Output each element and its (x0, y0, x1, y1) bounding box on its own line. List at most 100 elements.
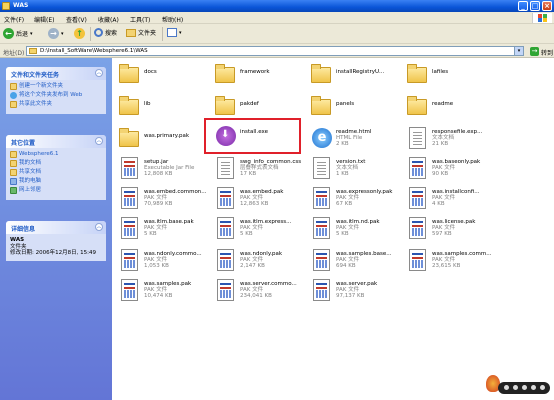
task-new-folder[interactable]: 创建一个新文件夹 (10, 83, 102, 90)
file-item[interactable]: e readme.html HTML File 2 KB (306, 124, 402, 154)
file-item[interactable]: was.baseonly.pak PAK 文件 90 KB (402, 154, 498, 184)
file-size: 12,808 KB (144, 171, 173, 177)
file-info: was.baseonly.pak PAK 文件 90 KB (432, 159, 480, 177)
folder-icon (310, 62, 332, 86)
back-button[interactable]: ← 后退 ▾ (3, 28, 33, 39)
address-dropdown[interactable]: ▾ (514, 47, 523, 55)
file-name: framework (240, 69, 270, 75)
file-item[interactable]: was.ndonly.commo... PAK 文件 1,053 KB (114, 246, 210, 276)
title-bar: WAS _ □ × (0, 0, 554, 12)
file-item[interactable]: was.installconfi... PAK 文件 4 KB (402, 184, 498, 214)
file-name: lib (144, 101, 151, 107)
file-item[interactable]: was.itlm.nd.pak PAK 文件 5 KB (306, 214, 402, 244)
address-field[interactable]: D:\Install_SoftWare\Websphere6.1\WAS ▾ (26, 46, 524, 56)
file-item[interactable]: was.embed.common... PAK 文件 70,989 KB (114, 184, 210, 214)
places-panel: 其它位置 ︿ Websphere6.1 我的文档 共享文档 我的电脑 网上邻居 (6, 135, 106, 200)
file-item[interactable]: setup.jar Executable Jar File 12,808 KB (114, 154, 210, 184)
menu-file[interactable]: 文件(F) (4, 15, 24, 24)
place-my-documents[interactable]: 我的文档 (10, 160, 102, 167)
file-item[interactable]: version.txt 文本文档 1 KB (306, 154, 402, 184)
file-item[interactable]: docs (114, 60, 210, 90)
task-share-folder[interactable]: 共享此文件夹 (10, 101, 102, 108)
tray-button-icon[interactable] (531, 385, 536, 390)
file-info: panels (336, 101, 354, 107)
file-size: 597 KB (432, 231, 452, 237)
address-bar: 地址(D) D:\Install_SoftWare\Websphere6.1\W… (0, 44, 554, 58)
collapse-icon[interactable]: ︿ (95, 69, 103, 77)
place-shared-documents[interactable]: 共享文档 (10, 169, 102, 176)
collapse-icon[interactable]: ︿ (95, 137, 103, 145)
search-button[interactable]: 搜索 (94, 28, 117, 37)
menu-tools[interactable]: 工具(T) (130, 15, 150, 24)
pak-file-icon (118, 216, 140, 240)
place-websphere[interactable]: Websphere6.1 (10, 151, 102, 158)
file-item[interactable]: was.samples.pak PAK 文件 10,474 KB (114, 276, 210, 306)
place-my-computer[interactable]: 我的电脑 (10, 178, 102, 185)
go-icon[interactable]: → (530, 47, 539, 56)
file-item[interactable]: was.ndonly.pak PAK 文件 2,147 KB (210, 246, 306, 276)
tray-button-icon[interactable] (540, 385, 545, 390)
task-label: 将这个文件夹发布到 Web (19, 92, 83, 98)
file-item[interactable]: responsefile.exp... 文本文档 21 KB (402, 124, 498, 154)
close-button[interactable]: × (542, 1, 552, 11)
up-folder-button[interactable]: ↑ (74, 28, 85, 39)
window-title: WAS (13, 2, 29, 9)
place-network[interactable]: 网上邻居 (10, 187, 102, 194)
file-item[interactable]: swg_info_common.css 层叠样式表文档 17 KB (210, 154, 306, 184)
places-panel-header[interactable]: 其它位置 ︿ (6, 135, 106, 148)
file-info: was.itlm.express... PAK 文件 5 KB (240, 219, 291, 237)
tray-button-icon[interactable] (522, 385, 527, 390)
file-item[interactable]: was.server.pak PAK 文件 97,137 KB (306, 276, 402, 306)
file-item[interactable]: readme (402, 92, 498, 122)
file-item[interactable]: was.itlm.express... PAK 文件 5 KB (210, 214, 306, 244)
go-button[interactable]: 转到 (541, 48, 553, 57)
pak-file-icon (310, 216, 332, 240)
task-publish-web[interactable]: 将这个文件夹发布到 Web (10, 92, 102, 99)
file-item[interactable]: lafiles (402, 60, 498, 90)
file-info: readme (432, 101, 453, 107)
views-icon (167, 28, 177, 37)
tray-button-icon[interactable] (513, 385, 518, 390)
menu-edit[interactable]: 编辑(E) (34, 15, 54, 24)
file-size: 67 KB (336, 201, 353, 207)
back-label: 后退 (16, 31, 29, 38)
file-info: was.expressonly.pak PAK 文件 67 KB (336, 189, 392, 207)
pak-file-icon (310, 278, 332, 302)
collapse-icon[interactable]: ︿ (95, 223, 103, 231)
folders-button[interactable]: 文件夹 (126, 28, 156, 37)
file-info: was.itlm.base.pak PAK 文件 5 KB (144, 219, 194, 237)
file-item[interactable]: was.samples.comm... PAK 文件 23,615 KB (402, 246, 498, 276)
tray-button-icon[interactable] (504, 385, 509, 390)
maximize-button[interactable]: □ (530, 1, 540, 11)
pak-file-icon (310, 248, 332, 272)
file-size: 12,863 KB (240, 201, 269, 207)
file-item[interactable]: was.itlm.base.pak PAK 文件 5 KB (114, 214, 210, 244)
menu-view[interactable]: 查看(V) (66, 15, 87, 24)
file-info: readme.html HTML File 2 KB (336, 129, 371, 147)
panel-title: 详细信息 (11, 226, 36, 233)
minimize-button[interactable]: _ (518, 1, 528, 11)
file-item[interactable]: was.embed.pak PAK 文件 12,863 KB (210, 184, 306, 214)
place-label: 我的电脑 (19, 178, 42, 184)
file-item[interactable]: was.samples.base... PAK 文件 694 KB (306, 246, 402, 276)
file-item[interactable]: was.primary.pak (114, 124, 210, 154)
place-label: Websphere6.1 (19, 151, 59, 157)
file-item[interactable]: framework (210, 60, 306, 90)
views-button[interactable]: ▾ (167, 28, 182, 37)
file-item[interactable]: was.expressonly.pak PAK 文件 67 KB (306, 184, 402, 214)
file-size: 5 KB (240, 231, 253, 237)
menu-help[interactable]: 帮助(H) (162, 15, 183, 24)
file-item[interactable]: was.license.pak PAK 文件 597 KB (402, 214, 498, 244)
task-label: 创建一个新文件夹 (19, 83, 64, 89)
file-size: 1,053 KB (144, 263, 169, 269)
forward-button[interactable]: → ▾ (48, 28, 64, 39)
details-panel-header[interactable]: 详细信息 ︿ (6, 221, 106, 234)
tray-toolbar[interactable] (498, 382, 550, 394)
menu-favorites[interactable]: 收藏(A) (98, 15, 119, 24)
file-item[interactable]: lib (114, 92, 210, 122)
file-item[interactable]: installRegistryU... (306, 60, 402, 90)
file-info: responsefile.exp... 文本文档 21 KB (432, 129, 482, 147)
file-item[interactable]: was.server.commo... PAK 文件 234,041 KB (210, 276, 306, 306)
tasks-panel-header[interactable]: 文件和文件夹任务 ︿ (6, 67, 106, 80)
file-item[interactable]: panels (306, 92, 402, 122)
